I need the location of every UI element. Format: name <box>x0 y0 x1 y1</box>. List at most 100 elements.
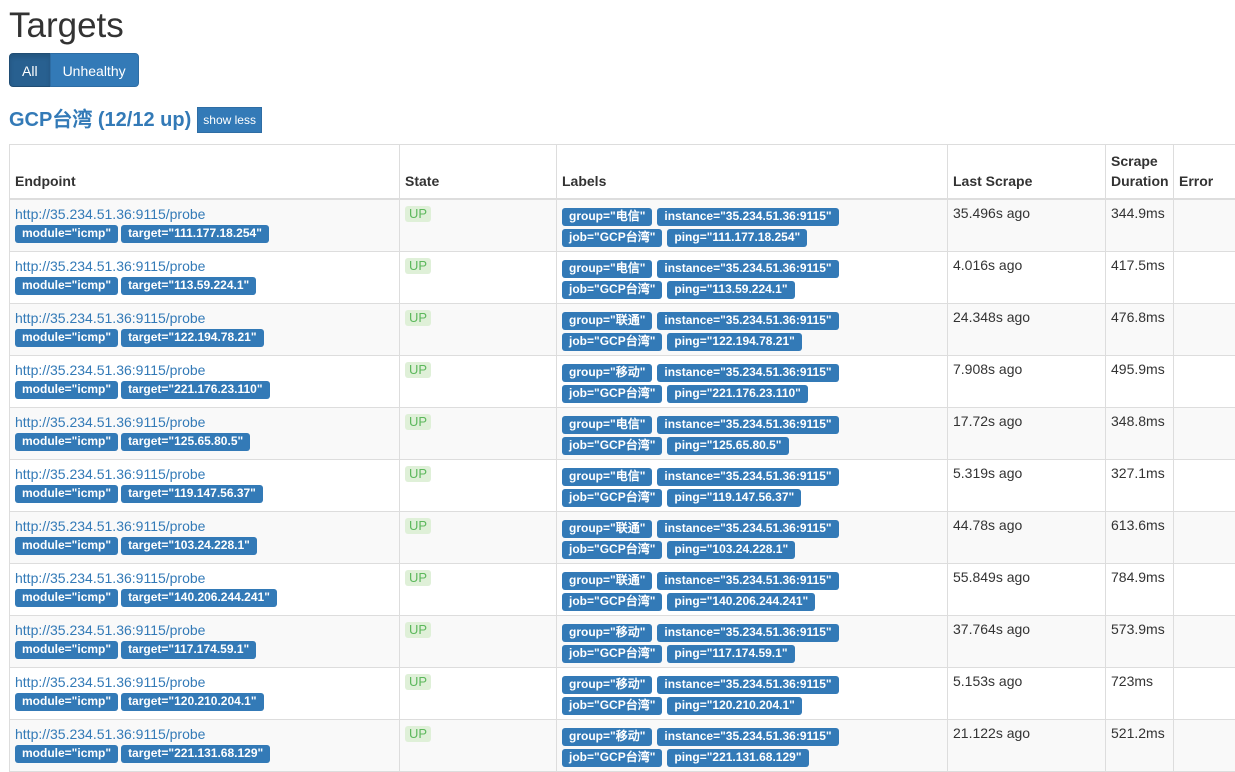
instance-label-badge: instance="35.234.51.36:9115" <box>657 572 838 590</box>
table-header-row: Endpoint State Labels Last Scrape Scrape… <box>10 145 1235 200</box>
endpoint-cell: http://35.234.51.36:9115/probe module="i… <box>10 252 400 304</box>
group-label-badge: group="电信" <box>562 260 652 278</box>
table-row: http://35.234.51.36:9115/probe module="i… <box>10 356 1235 408</box>
endpoint-link[interactable]: http://35.234.51.36:9115/probe <box>15 361 394 380</box>
instance-label-badge: instance="35.234.51.36:9115" <box>657 520 838 538</box>
endpoint-cell: http://35.234.51.36:9115/probe module="i… <box>10 460 400 512</box>
endpoint-cell: http://35.234.51.36:9115/probe module="i… <box>10 512 400 564</box>
filter-unhealthy-button[interactable]: Unhealthy <box>50 53 139 87</box>
last-scrape-cell: 5.153s ago <box>948 668 1106 720</box>
scrape-duration-cell: 573.9ms <box>1106 616 1174 668</box>
targets-table: Endpoint State Labels Last Scrape Scrape… <box>9 144 1235 772</box>
group-label-badge: group="移动" <box>562 676 652 694</box>
column-header-endpoint: Endpoint <box>10 145 400 200</box>
labels-cell: group="电信"instance="35.234.51.36:9115"jo… <box>557 408 948 460</box>
labels-list: group="电信"instance="35.234.51.36:9115"jo… <box>562 205 922 247</box>
target-label-badge: target="221.176.23.110" <box>121 381 269 399</box>
endpoint-cell: http://35.234.51.36:9115/probe module="i… <box>10 304 400 356</box>
labels-cell: group="电信"instance="35.234.51.36:9115"jo… <box>557 460 948 512</box>
page-title: Targets <box>9 0 1235 47</box>
scrape-duration-cell: 723ms <box>1106 668 1174 720</box>
instance-label-badge: instance="35.234.51.36:9115" <box>657 624 838 642</box>
endpoint-link[interactable]: http://35.234.51.36:9115/probe <box>15 517 394 536</box>
state-cell: UP <box>400 356 557 408</box>
ping-label-badge: ping="119.147.56.37" <box>667 489 801 507</box>
instance-label-badge: instance="35.234.51.36:9115" <box>657 312 838 330</box>
endpoint-link[interactable]: http://35.234.51.36:9115/probe <box>15 205 394 224</box>
job-title[interactable]: GCP台湾 (12/12 up) <box>9 105 191 135</box>
ping-label-badge: ping="122.194.78.21" <box>667 333 801 351</box>
ping-label-badge: ping="125.65.80.5" <box>667 437 788 455</box>
job-label-badge: job="GCP台湾" <box>562 541 662 559</box>
last-scrape-cell: 37.764s ago <box>948 616 1106 668</box>
module-label-badge: module="icmp" <box>15 537 118 555</box>
labels-list: group="联通"instance="35.234.51.36:9115"jo… <box>562 569 922 611</box>
target-label-badge: target="140.206.244.241" <box>121 589 277 607</box>
table-row: http://35.234.51.36:9115/probe module="i… <box>10 512 1235 564</box>
job-label-badge: job="GCP台湾" <box>562 281 662 299</box>
ping-label-badge: ping="140.206.244.241" <box>667 593 815 611</box>
instance-label-badge: instance="35.234.51.36:9115" <box>657 468 838 486</box>
job-label-badge: job="GCP台湾" <box>562 333 662 351</box>
job-label-badge: job="GCP台湾" <box>562 697 662 715</box>
endpoint-link[interactable]: http://35.234.51.36:9115/probe <box>15 621 394 640</box>
last-scrape-cell: 7.908s ago <box>948 356 1106 408</box>
scrape-duration-cell: 495.9ms <box>1106 356 1174 408</box>
module-label-badge: module="icmp" <box>15 381 118 399</box>
labels-cell: group="移动"instance="35.234.51.36:9115"jo… <box>557 720 948 772</box>
target-label-badge: target="119.147.56.37" <box>121 485 263 503</box>
target-label-badge: target="113.59.224.1" <box>121 277 256 295</box>
endpoint-link[interactable]: http://35.234.51.36:9115/probe <box>15 413 394 432</box>
labels-cell: group="移动" instance="35.234.51.36:9115" jo… <box>557 668 948 720</box>
endpoint-link[interactable]: http://35.234.51.36:9115/probe <box>15 465 394 484</box>
column-header-labels: Labels <box>557 145 948 200</box>
endpoint-cell: http://35.234.51.36:9115/probe module="i… <box>10 616 400 668</box>
instance-label-badge: instance="35.234.51.36:9115" <box>657 676 838 694</box>
module-label-badge: module="icmp" <box>15 589 118 607</box>
module-label-badge: module="icmp" <box>15 641 118 659</box>
group-label-badge: group="移动" <box>562 728 652 746</box>
endpoint-cell: http://35.234.51.36:9115/probe module="i… <box>10 356 400 408</box>
error-cell <box>1174 252 1235 304</box>
job-header: GCP台湾 (12/12 up) show less <box>9 105 1235 135</box>
endpoint-link[interactable]: http://35.234.51.36:9115/probe <box>15 569 394 588</box>
target-filter-group: All Unhealthy <box>9 53 1235 87</box>
scrape-duration-cell: 784.9ms <box>1106 564 1174 616</box>
error-cell <box>1174 564 1235 616</box>
filter-all-button[interactable]: All <box>9 53 51 87</box>
state-badge: UP <box>405 674 431 690</box>
targets-table-body: http://35.234.51.36:9115/probe module="i… <box>10 199 1235 772</box>
state-cell: UP <box>400 512 557 564</box>
state-cell: UP <box>400 199 557 252</box>
endpoint-link[interactable]: http://35.234.51.36:9115/probe <box>15 257 394 276</box>
labels-list: group="联通"instance="35.234.51.36:9115"jo… <box>562 309 922 351</box>
endpoint-link[interactable]: http://35.234.51.36:9115/probe <box>15 725 394 744</box>
state-cell: UP <box>400 304 557 356</box>
table-row: http://35.234.51.36:9115/probe module="i… <box>10 564 1235 616</box>
group-label-badge: group="电信" <box>562 468 652 486</box>
state-badge: UP <box>405 362 431 378</box>
ping-label-badge: ping="113.59.224.1" <box>667 281 794 299</box>
job-label-badge: job="GCP台湾" <box>562 437 662 455</box>
module-label-badge: module="icmp" <box>15 225 118 243</box>
instance-label-badge: instance="35.234.51.36:9115" <box>657 208 838 226</box>
state-badge: UP <box>405 414 431 430</box>
show-less-button[interactable]: show less <box>197 107 262 133</box>
error-cell <box>1174 616 1235 668</box>
last-scrape-cell: 44.78s ago <box>948 512 1106 564</box>
target-label-badge: target="221.131.68.129" <box>121 745 270 763</box>
target-label-badge: target="120.210.204.1" <box>121 693 263 711</box>
state-badge: UP <box>405 622 431 638</box>
endpoint-link[interactable]: http://35.234.51.36:9115/probe <box>15 673 394 692</box>
endpoint-cell: http://35.234.51.36:9115/probe module="i… <box>10 408 400 460</box>
scrape-duration-cell: 476.8ms <box>1106 304 1174 356</box>
job-label-badge: job="GCP台湾" <box>562 749 662 767</box>
table-row: http://35.234.51.36:9115/probe module="i… <box>10 408 1235 460</box>
endpoint-cell: http://35.234.51.36:9115/probe module="i… <box>10 668 400 720</box>
last-scrape-cell: 4.016s ago <box>948 252 1106 304</box>
module-label-badge: module="icmp" <box>15 745 118 763</box>
endpoint-link[interactable]: http://35.234.51.36:9115/probe <box>15 309 394 328</box>
ping-label-badge: ping="120.210.204.1" <box>667 697 801 715</box>
labels-cell: group="移动"instance="35.234.51.36:9115"jo… <box>557 616 948 668</box>
error-cell <box>1174 720 1235 772</box>
